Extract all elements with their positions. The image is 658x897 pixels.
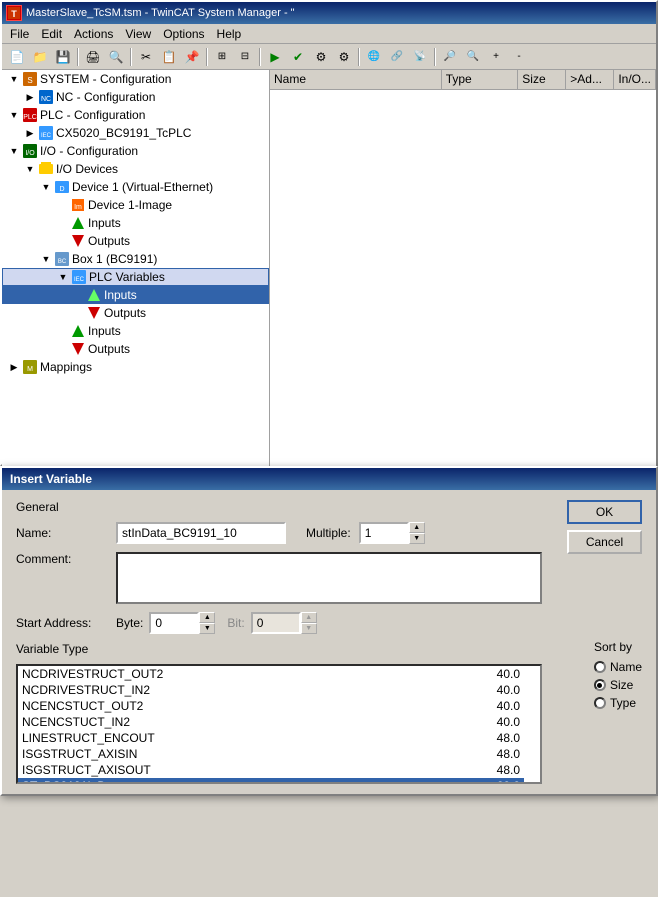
insert-variable-dialog: Insert Variable General Name: Multiple: [0,466,658,796]
variable-type-listbox[interactable]: NCDRIVESTRUCT_OUT240.0NCDRIVESTRUCT_IN24… [16,664,542,784]
comment-input[interactable] [116,552,542,604]
sort-size-radio[interactable] [594,679,606,691]
multiple-label: Multiple: [306,526,351,540]
sort-by-label: Sort by [594,640,642,654]
multiple-up[interactable]: ▲ [409,522,425,533]
byte-up[interactable]: ▲ [199,612,215,623]
cancel-button[interactable]: Cancel [567,530,642,554]
list-item[interactable]: NCENCSTUCT_OUT240.0 [18,698,524,714]
dialog-body: General Name: Multiple: ▲ ▼ [2,490,656,794]
bit-spinner: ▲ ▼ [301,612,317,634]
start-address-label: Start Address: [16,616,116,630]
comment-label: Comment: [16,552,116,566]
dialog-title-text: Insert Variable [10,472,92,486]
bit-up: ▲ [301,612,317,623]
multiple-spinner: ▲ ▼ [409,522,425,544]
ok-button[interactable]: OK [567,500,642,524]
bit-input [251,612,301,634]
sort-name-option[interactable]: Name [594,660,642,674]
list-item[interactable]: LINESTRUCT_ENCOUT48.0 [18,730,524,746]
general-label: General [16,500,542,514]
dialog-title: Insert Variable [2,468,656,490]
var-type-section: Variable Type NCDRIVESTRUCT_OUT240.0NCDR… [16,642,542,784]
bit-down: ▼ [301,623,317,634]
sort-type-option[interactable]: Type [594,696,642,710]
name-input[interactable] [116,522,286,544]
byte-spinner: ▲ ▼ [199,612,215,634]
sort-size-option[interactable]: Size [594,678,642,692]
sort-type-radio[interactable] [594,697,606,709]
byte-down[interactable]: ▼ [199,623,215,634]
list-item[interactable]: ST_BC9191InData60.0 [18,778,524,784]
bit-label: Bit: [227,616,244,630]
comment-row: Comment: [16,552,542,604]
list-item[interactable]: NCENCSTUCT_IN240.0 [18,714,524,730]
bit-spinner-container: ▲ ▼ [251,612,317,634]
sort-radio-group: Name Size Type [594,660,642,710]
start-address-row: Start Address: Byte: ▲ ▼ Bit: [16,612,542,634]
list-item[interactable]: ISGSTRUCT_AXISOUT48.0 [18,762,524,778]
multiple-input[interactable] [359,522,409,544]
dialog-overlay: Insert Variable General Name: Multiple: [0,0,658,897]
byte-input[interactable] [149,612,199,634]
byte-spinner-container: ▲ ▼ [149,612,215,634]
name-row: Name: Multiple: ▲ ▼ [16,522,542,544]
name-label: Name: [16,526,116,540]
sort-name-radio[interactable] [594,661,606,673]
multiple-down[interactable]: ▼ [409,533,425,544]
list-item[interactable]: ISGSTRUCT_AXISIN48.0 [18,746,524,762]
list-item[interactable]: NCDRIVESTRUCT_IN240.0 [18,682,524,698]
sort-section: Sort by Name Size [594,640,642,710]
list-item[interactable]: NCDRIVESTRUCT_OUT240.0 [18,666,524,682]
byte-label: Byte: [116,616,143,630]
var-type-label: Variable Type [16,642,542,656]
